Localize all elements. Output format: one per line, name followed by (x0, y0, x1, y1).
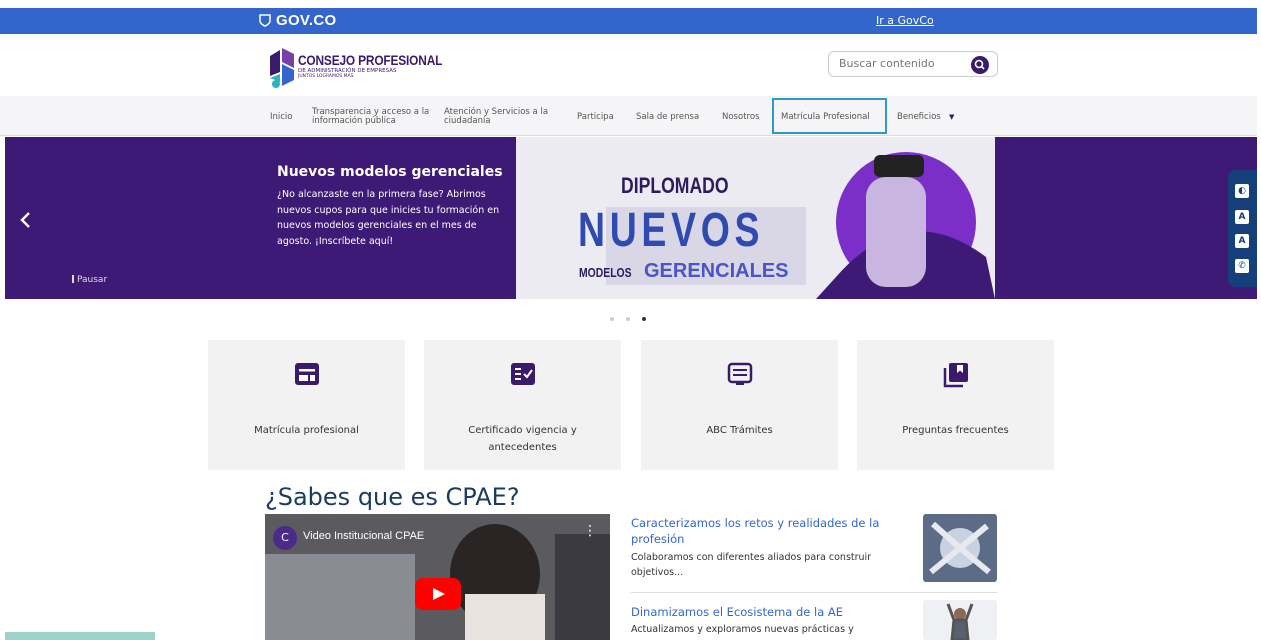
chevron-down-icon[interactable]: ▼ (949, 113, 954, 122)
banner-word-nuevos: NUEVOS (578, 204, 765, 257)
news-image-2[interactable] (923, 600, 997, 640)
play-button[interactable] (415, 578, 461, 610)
banner-word-modelos: MODELOS (579, 265, 632, 280)
video-player[interactable]: C Video Institucional CPAE ⋮ (265, 514, 610, 640)
carousel-dot-2[interactable] (626, 317, 630, 321)
nav-item-sala-de-prensa[interactable]: Sala de prensa (636, 113, 699, 122)
main-nav (0, 96, 1257, 136)
card-matricula-profesional[interactable]: Matrícula profesional (208, 340, 405, 470)
pause-label: Pausar (77, 275, 108, 285)
card-list-icon (294, 363, 319, 385)
channel-avatar[interactable]: C (273, 526, 297, 550)
logo-line-3: JUNTOS LOGRAMOS MÁS (298, 74, 354, 79)
card-label: Matrícula profesional (254, 425, 359, 436)
carousel-prev-button[interactable] (16, 208, 36, 232)
logo-line-1: CONSEJO PROFESIONAL (298, 52, 443, 68)
bookmark-stack-icon (943, 363, 968, 388)
accessibility-bar: ◐ A A ✆ (1228, 170, 1257, 287)
pause-icon (72, 275, 74, 283)
logo-text: CONSEJO PROFESIONAL DE ADMINISTRACIÓN DE… (298, 52, 468, 79)
hands-together-image (923, 514, 997, 582)
section-title: ¿Sabes que es CPAE? (265, 483, 520, 511)
card-certificado-vigencia[interactable]: Certificado vigencia y antecedentes (424, 340, 621, 470)
checklist-icon (510, 363, 535, 385)
card-label: Preguntas frecuentes (902, 425, 1009, 436)
nav-item-beneficios[interactable]: Beneficios (897, 113, 941, 122)
hero-body[interactable]: ¿No alcanzaste en la primera fase? Abrim… (277, 187, 507, 249)
more-options-icon[interactable]: ⋮ (583, 524, 597, 538)
card-label: Certificado vigencia y antecedentes (468, 425, 577, 453)
video-title[interactable]: Video Institucional CPAE (303, 530, 424, 542)
carousel-dot-3[interactable] (642, 317, 646, 321)
nav-item-inicio[interactable]: Inicio (270, 113, 293, 122)
news-image-1[interactable] (923, 514, 997, 582)
news-body-2: Actualizamos y exploramos nuevas práctic… (631, 624, 854, 635)
font-decrease-icon[interactable]: A (1235, 210, 1249, 224)
banner-word-diplomado: DIPLOMADO (621, 173, 729, 198)
news-body-1: Colaboramos con diferentes aliados para … (631, 552, 872, 578)
nav-item-atencion[interactable]: Atención y Servicios a la ciudadanía (444, 108, 562, 126)
contrast-icon[interactable]: ◐ (1235, 184, 1249, 198)
nav-item-transparencia[interactable]: Transparencia y acceso a la información … (312, 108, 430, 126)
search-input[interactable] (839, 57, 959, 70)
news-title-1[interactable]: Caracterizamos los retos y realidades de… (631, 515, 901, 547)
logo-mark-icon (270, 48, 294, 88)
card-label: ABC Trámites (706, 425, 773, 436)
search-button[interactable] (971, 56, 989, 74)
govco-link[interactable]: Ir a GovCo (876, 14, 934, 27)
carousel-dot-1[interactable] (610, 317, 614, 321)
banner-word-gerenciales: GERENCIALES (644, 260, 789, 282)
play-icon (433, 588, 445, 600)
status-url-bar (5, 632, 155, 640)
hero-banner-image[interactable]: DIPLOMADO NUEVOS MODELOS GERENCIALES (516, 137, 995, 299)
carousel-indicators (610, 306, 658, 325)
search-box (828, 51, 998, 77)
nav-item-nosotros[interactable]: Nosotros (722, 113, 759, 122)
carousel-pause-button[interactable]: Pausar (72, 275, 107, 285)
govco-shield-icon (259, 14, 271, 27)
news-title-2[interactable]: Dinamizamos el Ecosistema de la AE (631, 604, 901, 620)
chevron-left-icon (20, 212, 30, 228)
search-icon (974, 59, 985, 70)
news-divider (631, 592, 997, 593)
card-preguntas-frecuentes[interactable]: Preguntas frecuentes (857, 340, 1054, 470)
hero-title: Nuevos modelos gerenciales (277, 164, 503, 180)
site-logo[interactable] (268, 46, 296, 90)
document-lines-icon (727, 362, 752, 385)
govco-top-bar: GOV.CO Ir a GovCo (0, 8, 1257, 34)
card-abc-tramites[interactable]: ABC Trámites (641, 340, 838, 470)
site-header (0, 34, 1257, 96)
relay-icon[interactable]: ✆ (1235, 259, 1249, 273)
nav-highlight (772, 98, 887, 134)
font-increase-icon[interactable]: A (1235, 234, 1249, 248)
person-celebrating-image (923, 600, 997, 640)
govco-brand[interactable]: GOV.CO (258, 12, 336, 29)
nav-item-participa[interactable]: Participa (577, 113, 614, 122)
govco-brand-text: GOV.CO (276, 12, 337, 29)
